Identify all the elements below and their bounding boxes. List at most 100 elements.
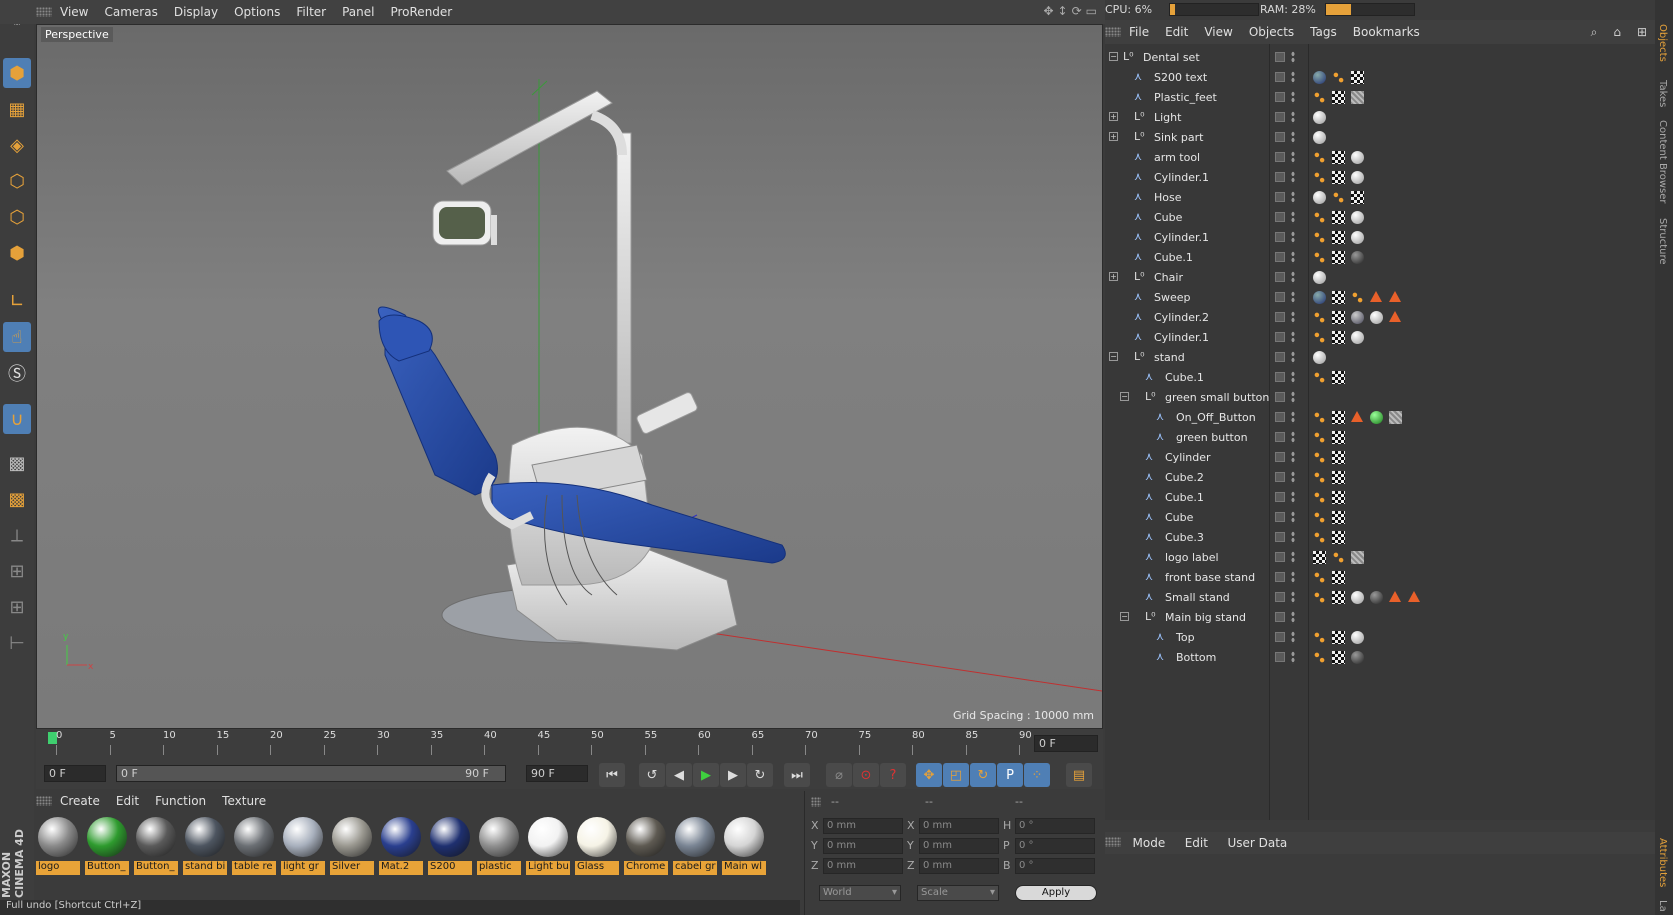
object-row[interactable]: ⋏ arm tool [1105,148,1655,168]
snap-magnet-icon[interactable]: ∪ [3,404,31,434]
material-swatch[interactable]: Silver [330,815,374,875]
visibility-dots-icon[interactable] [1291,311,1295,324]
tab-attributes[interactable]: Attributes [1657,838,1668,887]
tag-dots-icon[interactable] [1313,591,1326,604]
search-icon[interactable]: ⌕ [1583,25,1606,40]
tag-dots-icon[interactable] [1332,551,1345,564]
tag-dots-icon[interactable] [1313,231,1326,244]
size-y-field[interactable]: 0 mm [919,838,999,854]
tab-structure[interactable]: Structure [1657,218,1668,265]
menu-cameras[interactable]: Cameras [96,5,165,19]
tag-check-icon[interactable] [1351,191,1364,204]
object-row[interactable]: ⋏ Bottom [1105,648,1655,668]
objects-menu-view[interactable]: View [1196,25,1240,39]
tab-takes[interactable]: Takes [1657,80,1668,107]
pos-x-field[interactable]: 0 mm [823,818,903,834]
expand-toggle-icon[interactable]: + [1109,132,1118,141]
material-swatch[interactable]: plastic [477,815,521,875]
tag-tri-icon[interactable] [1389,311,1401,322]
tag-check-icon[interactable] [1332,91,1345,104]
tag-check-icon[interactable] [1332,471,1345,484]
tag-dots-icon[interactable] [1332,71,1345,84]
polygons-mode-icon[interactable]: ⬢ [3,238,31,268]
tag-dots-icon[interactable] [1313,411,1326,424]
object-row[interactable]: ⋏ Cube [1105,508,1655,528]
transform-mode-select[interactable]: Scale ▾ [917,885,999,901]
object-row[interactable]: ⋏ front base stand [1105,568,1655,588]
tag-check-icon[interactable] [1332,411,1345,424]
tag-check-icon[interactable] [1332,651,1345,664]
menu-prorender[interactable]: ProRender [382,5,460,19]
size-x-field[interactable]: 0 mm [919,818,999,834]
layer-toggle-icon[interactable] [1275,132,1285,142]
layer-toggle-icon[interactable] [1275,372,1285,382]
visibility-dots-icon[interactable] [1291,611,1295,624]
objects-menu-tags[interactable]: Tags [1302,25,1345,39]
grid-icon[interactable]: ⊞ [3,556,31,586]
tag-dots-icon[interactable] [1313,531,1326,544]
object-row[interactable]: + L⁰ Sink part [1105,128,1655,148]
home-icon[interactable]: ⌂ [1605,25,1629,39]
menu-panel[interactable]: Panel [334,5,382,19]
object-row[interactable]: ⋏ Small stand [1105,588,1655,608]
layer-toggle-icon[interactable] [1275,532,1285,542]
record-parameter-icon[interactable]: P [997,763,1023,787]
tag-dark-icon[interactable] [1351,651,1364,664]
object-row[interactable]: ⋏ Cube.3 [1105,528,1655,548]
tag-dots-icon[interactable] [1313,171,1326,184]
record-rotation-icon[interactable]: ↻ [970,763,996,787]
rot-b-field[interactable]: 0 ° [1015,858,1095,874]
material-swatch[interactable]: stand bi [183,815,227,875]
visibility-dots-icon[interactable] [1291,411,1295,424]
record-scale-icon[interactable]: ◰ [943,763,969,787]
previous-key-icon[interactable]: ↺ [639,763,665,787]
object-row[interactable]: ⋏ Cylinder.1 [1105,228,1655,248]
material-swatch[interactable]: Button_ [134,815,178,875]
layer-toggle-icon[interactable] [1275,612,1285,622]
layer-toggle-icon[interactable] [1275,392,1285,402]
visibility-dots-icon[interactable] [1291,651,1295,664]
layer-toggle-icon[interactable] [1275,72,1285,82]
object-row[interactable]: ⋏ S200 text [1105,68,1655,88]
visibility-dots-icon[interactable] [1291,551,1295,564]
layer-toggle-icon[interactable] [1275,572,1285,582]
expand-toggle-icon[interactable]: − [1120,612,1129,621]
object-row[interactable]: ⋏ Cube.1 [1105,488,1655,508]
tag-white-icon[interactable] [1313,191,1326,204]
visibility-dots-icon[interactable] [1291,71,1295,84]
objects-menu-edit[interactable]: Edit [1157,25,1196,39]
visibility-dots-icon[interactable] [1291,111,1295,124]
autokey-icon[interactable]: ? [880,763,906,787]
tag-check-icon[interactable] [1332,371,1345,384]
go-to-end-icon[interactable]: ⏭ [784,763,810,787]
layer-toggle-icon[interactable] [1275,92,1285,102]
tag-dots-icon[interactable] [1313,251,1326,264]
record-icon[interactable]: ⊙ [853,763,879,787]
visibility-dots-icon[interactable] [1291,571,1295,584]
tag-dots-icon[interactable] [1313,311,1326,324]
next-key-icon[interactable]: ↻ [747,763,773,787]
layer-toggle-icon[interactable] [1275,332,1285,342]
tag-dots-icon[interactable] [1313,571,1326,584]
material-swatch[interactable]: Button_ [85,815,129,875]
layer-toggle-icon[interactable] [1275,552,1285,562]
visibility-dots-icon[interactable] [1291,531,1295,544]
tag-dark-icon[interactable] [1351,251,1364,264]
tab-objects[interactable]: Objects [1657,24,1668,62]
visibility-dots-icon[interactable] [1291,251,1295,264]
tab-content-browser[interactable]: Content Browser [1657,120,1668,203]
rotate-view-icon[interactable]: ⟳ [1072,4,1082,18]
layer-toggle-icon[interactable] [1275,232,1285,242]
planar-workplane-icon[interactable]: ▩ [3,484,31,514]
tag-check-icon[interactable] [1332,331,1345,344]
pos-z-field[interactable]: 0 mm [823,858,903,874]
tag-stripe-icon[interactable] [1351,91,1364,104]
expand-toggle-icon[interactable]: − [1109,52,1118,61]
menu-view[interactable]: View [52,5,96,19]
visibility-dots-icon[interactable] [1291,431,1295,444]
timeline-ruler[interactable]: 0 5 10 15 20 25 30 35 40 45 50 55 60 65 70 75 80 85 90 0 F [36,729,1103,759]
tag-check-icon[interactable] [1332,151,1345,164]
visibility-dots-icon[interactable] [1291,471,1295,484]
viewport[interactable]: Perspective y x Grid Spacing: 10000 mm [36,24,1103,729]
object-row[interactable]: ⋏ Cube [1105,208,1655,228]
